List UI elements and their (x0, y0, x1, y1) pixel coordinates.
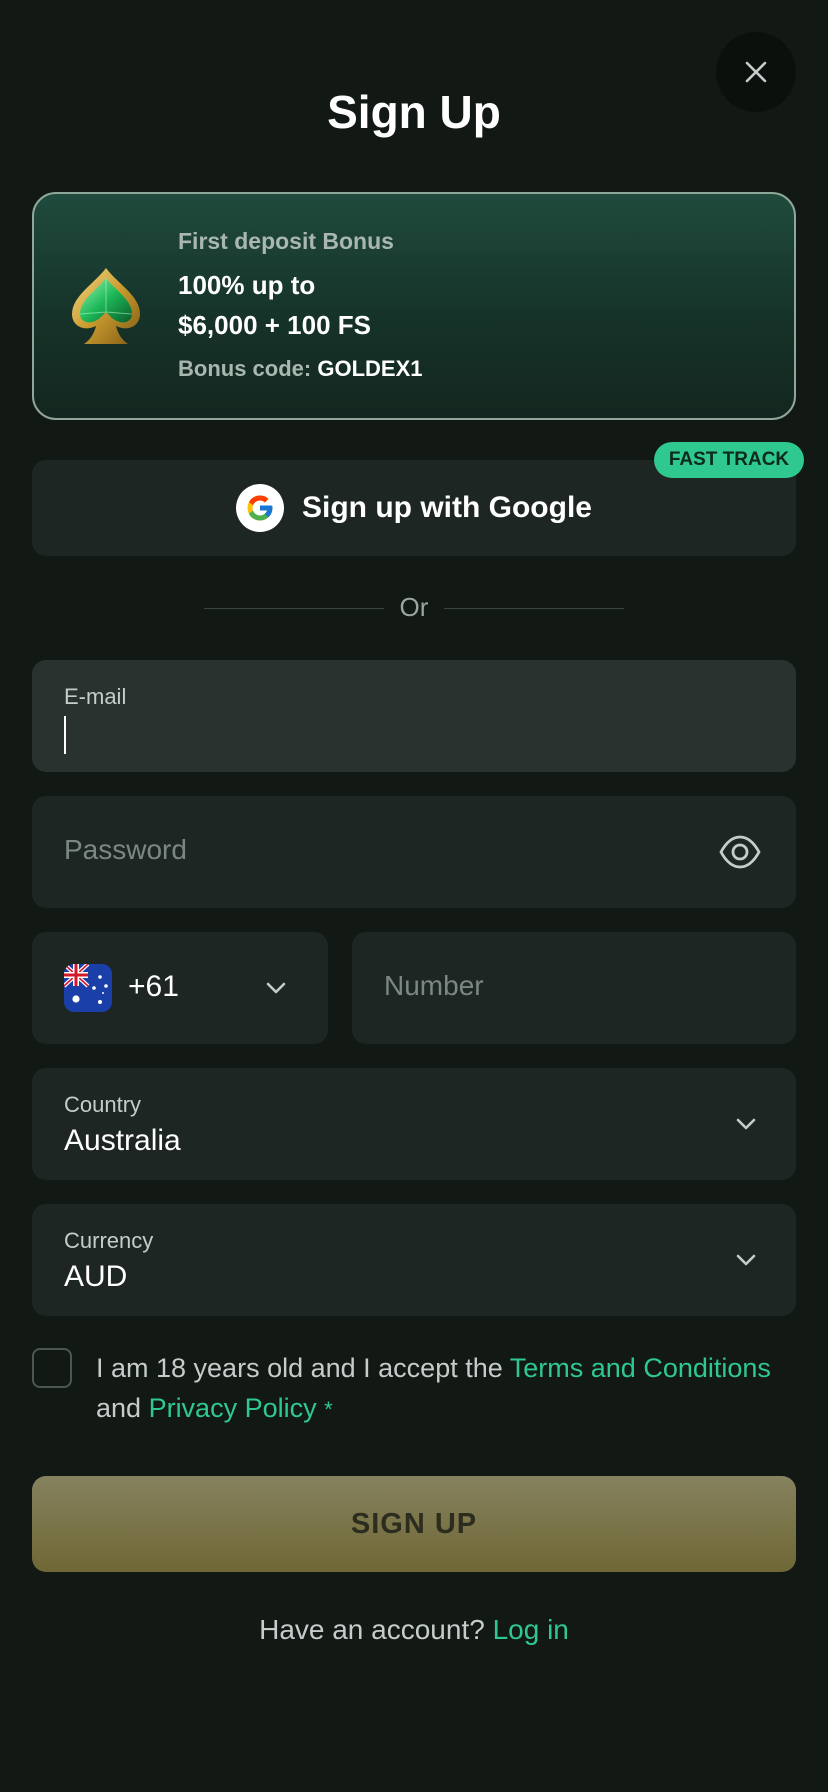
terms-link[interactable]: Terms and Conditions (510, 1353, 771, 1383)
login-prompt-text: Have an account? (259, 1614, 485, 1645)
password-field[interactable]: Password (32, 796, 796, 908)
login-prompt: Have an account? Log in (0, 1614, 828, 1646)
currency-label: Currency (64, 1228, 154, 1253)
terms-text-before: I am 18 years old and I accept the (96, 1353, 510, 1383)
chevron-down-icon (736, 1254, 756, 1266)
bonus-amount-line1: 100% up to (178, 270, 316, 300)
chevron-down-icon (266, 982, 286, 994)
phone-code-value: +61 (128, 970, 179, 1003)
bonus-code-prefix: Bonus code: (178, 356, 312, 381)
privacy-link[interactable]: Privacy Policy (149, 1393, 317, 1423)
country-label: Country (64, 1092, 142, 1117)
country-select[interactable]: Country Australia (32, 1068, 796, 1180)
terms-text-mid: and (96, 1393, 149, 1423)
country-value: Australia (64, 1124, 181, 1157)
login-link[interactable]: Log in (493, 1614, 569, 1645)
bonus-code: Bonus code: GOLDEX1 (178, 356, 423, 382)
phone-code-select[interactable]: +61 (32, 932, 328, 1044)
password-placeholder: Password (64, 834, 187, 865)
divider-or: Or (399, 592, 429, 622)
page-title: Sign Up (327, 86, 501, 138)
required-marker: * (324, 1397, 333, 1422)
emerald-spade-icon (72, 268, 140, 344)
fast-track-badge: FAST TRACK (654, 442, 804, 478)
currency-select[interactable]: Currency AUD (32, 1204, 796, 1316)
eye-icon[interactable] (718, 832, 762, 872)
email-field[interactable]: E-mail (32, 660, 796, 772)
phone-number-placeholder: Number (384, 970, 484, 1001)
google-icon (236, 484, 285, 532)
australia-flag-icon (64, 964, 112, 1012)
bonus-label: First deposit Bonus (178, 228, 394, 254)
bonus-code-value: GOLDEX1 (317, 356, 423, 381)
signup-button[interactable]: SIGN UP (32, 1476, 796, 1572)
chevron-down-icon (736, 1118, 756, 1130)
text-caret (64, 716, 66, 754)
bonus-amount-line2: $6,000 + 100 FS (178, 310, 371, 340)
google-signup-label: Sign up with Google (302, 491, 592, 524)
divider-right (444, 608, 624, 609)
phone-number-field[interactable]: Number (352, 932, 796, 1044)
age-consent-checkbox[interactable] (32, 1348, 72, 1388)
email-label: E-mail (64, 684, 127, 709)
currency-value: AUD (64, 1260, 128, 1293)
terms-text: I am 18 years old and I accept the Terms… (96, 1348, 816, 1430)
